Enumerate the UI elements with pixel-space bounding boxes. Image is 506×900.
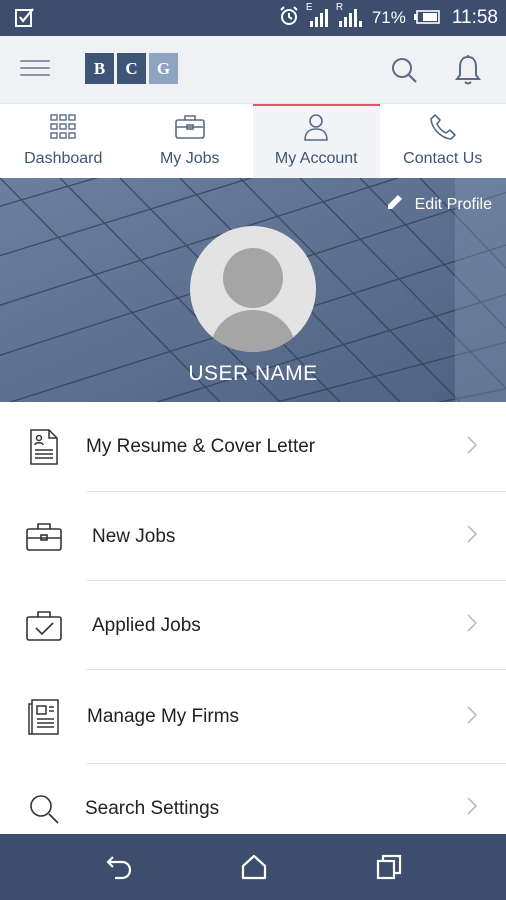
status-indicators: E R 71% 11:58 [278, 0, 498, 36]
resume-icon [24, 427, 64, 467]
profile-banner: Edit Profile USER NAME [0, 178, 506, 402]
avatar[interactable] [190, 226, 316, 352]
menu-item-new-jobs[interactable]: New Jobs [0, 492, 506, 581]
network-label-r: R [335, 2, 344, 13]
menu-item-applied-jobs[interactable]: Applied Jobs [0, 581, 506, 670]
back-icon[interactable] [105, 853, 133, 886]
default-avatar-icon [211, 248, 295, 352]
tab-bar: Dashboard My Jobs My Account Contact Us [0, 104, 506, 178]
user-name: USER NAME [188, 362, 318, 385]
tab-label: Dashboard [24, 150, 103, 167]
menu-item-resume[interactable]: My Resume & Cover Letter [0, 402, 506, 492]
menu-item-label: Applied Jobs [92, 614, 201, 636]
logo-letter-c: C [117, 53, 146, 84]
logo-letter-g: G [149, 53, 178, 84]
alarm-icon [278, 5, 300, 32]
tab-my-account[interactable]: My Account [253, 104, 380, 178]
grid-icon [49, 112, 77, 142]
tab-my-jobs[interactable]: My Jobs [127, 104, 254, 178]
chevron-right-icon [466, 524, 478, 549]
bell-icon[interactable] [455, 54, 481, 91]
edit-profile-label: Edit Profile [414, 195, 492, 213]
account-menu: My Resume & Cover Letter New Jobs Applie… [0, 402, 506, 853]
briefcase-check-icon [24, 606, 64, 646]
app-bar: B C G [0, 36, 506, 104]
network-label-e: E [305, 2, 313, 13]
search-icon[interactable] [390, 56, 418, 89]
search-icon [24, 789, 64, 829]
status-bar: E R 71% 11:58 [0, 0, 506, 36]
chevron-right-icon [466, 796, 478, 821]
chevron-right-icon [466, 435, 478, 460]
battery-percent: 71% [371, 8, 406, 27]
pencil-icon [385, 192, 405, 217]
person-icon [303, 112, 329, 142]
logo-letter-b: B [85, 53, 114, 84]
notification-checklist-icon [14, 7, 36, 34]
recent-apps-icon[interactable] [375, 853, 403, 886]
signal-icon-2: R [336, 2, 364, 28]
signal-icon: E [306, 2, 330, 28]
tab-label: Contact Us [403, 150, 483, 167]
tab-label: My Account [274, 150, 358, 167]
briefcase-icon [24, 517, 64, 557]
tab-dashboard[interactable]: Dashboard [0, 104, 127, 178]
chevron-right-icon [466, 705, 478, 730]
newspaper-icon [24, 697, 64, 737]
edit-profile-button[interactable]: Edit Profile [385, 192, 492, 217]
system-navigation-bar [0, 834, 506, 900]
menu-item-label: Manage My Firms [87, 706, 240, 727]
menu-item-manage-firms[interactable]: Manage My Firms [0, 670, 506, 764]
tab-contact-us[interactable]: Contact Us [380, 104, 506, 178]
menu-item-label: New Jobs [92, 525, 176, 547]
bcg-logo: B C G [85, 53, 178, 84]
tab-label: My Jobs [159, 150, 220, 167]
clock: 11:58 [451, 7, 498, 28]
menu-icon[interactable] [20, 60, 50, 82]
battery-icon [413, 8, 440, 29]
menu-item-label: My Resume & Cover Letter [86, 436, 316, 457]
chevron-right-icon [466, 613, 478, 638]
phone-icon [429, 112, 457, 142]
menu-item-label: Search Settings [85, 797, 220, 819]
home-icon[interactable] [240, 853, 268, 886]
briefcase-icon [174, 112, 205, 142]
